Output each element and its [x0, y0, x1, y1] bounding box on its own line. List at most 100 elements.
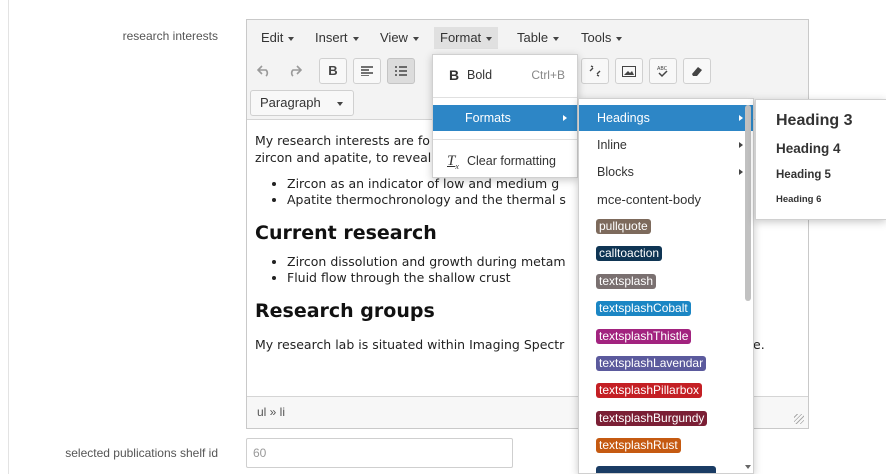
- headings-label: Headings: [597, 111, 650, 125]
- bullet-list-button[interactable]: [387, 58, 415, 84]
- format-menu: B Bold Ctrl+B Formats Tx Clear formattin…: [432, 54, 578, 178]
- align-left-button[interactable]: [353, 58, 381, 84]
- style-chip-label: textsplash: [596, 273, 657, 289]
- heading6-item[interactable]: Heading 6: [756, 187, 886, 213]
- menu-edit-label: Edit: [261, 30, 284, 45]
- style-chip-partial: [596, 465, 716, 473]
- style-item[interactable]: textsplashRust: [579, 433, 753, 459]
- undo-icon: [256, 65, 269, 77]
- chevron-down-icon: [553, 36, 560, 41]
- heading4-item[interactable]: Heading 4: [756, 136, 886, 162]
- redo-button[interactable]: [281, 58, 309, 84]
- bold-glyph: B: [328, 63, 338, 78]
- spellcheck-button[interactable]: ABC: [649, 58, 677, 84]
- menu-table-label: Table: [517, 30, 549, 45]
- format-formats-item[interactable]: Formats: [433, 105, 577, 131]
- style-chip-label: textsplashPillarbox: [596, 383, 703, 399]
- page-left-border: [8, 0, 9, 474]
- menu-edit[interactable]: Edit: [255, 27, 300, 49]
- headings-submenu: Heading 3 Heading 4 Heading 5 Heading 6: [755, 99, 886, 220]
- bullet-list-icon: [395, 66, 407, 76]
- editor-menubar: Edit Insert View Format Table Tools: [247, 20, 808, 54]
- menu-tools[interactable]: Tools: [575, 27, 628, 49]
- block-format-select[interactable]: Paragraph: [250, 90, 354, 116]
- scroll-down-icon[interactable]: [745, 465, 751, 469]
- style-item[interactable]: pullquote: [579, 214, 753, 240]
- bold-shortcut: Ctrl+B: [531, 68, 565, 82]
- style-item[interactable]: textsplash: [579, 269, 753, 295]
- chevron-down-icon: [616, 36, 623, 41]
- style-item[interactable]: calltoaction: [579, 241, 753, 267]
- image-icon: [622, 66, 636, 77]
- style-item[interactable]: textsplashPillarbox: [579, 378, 753, 404]
- formats-body-class-item[interactable]: mce-content-body: [579, 187, 753, 213]
- formats-inline-item[interactable]: Inline: [579, 132, 753, 158]
- menu-tools-label: Tools: [581, 30, 612, 45]
- clear-formatting-item[interactable]: Tx Clear formatting: [433, 148, 577, 174]
- style-item-partial[interactable]: [579, 461, 753, 473]
- spellcheck-icon: ABC: [657, 66, 668, 78]
- lab-text-tail: e.: [753, 337, 765, 352]
- research-interests-label: research interests: [122, 29, 218, 43]
- unlink-icon: [589, 65, 601, 77]
- chevron-down-icon: [352, 36, 359, 41]
- body-class-label: mce-content-body: [597, 192, 702, 207]
- menu-divider: [433, 139, 577, 140]
- style-chip-label: textsplashRust: [596, 438, 681, 454]
- formats-submenu: Headings Inline Blocks mce-content-body …: [578, 98, 754, 474]
- intro-text-line2: zircon and apatite, to reveal: [255, 150, 432, 165]
- menu-format[interactable]: Format: [434, 27, 499, 49]
- block-format-value: Paragraph: [260, 95, 321, 110]
- chevron-down-icon: [288, 36, 295, 41]
- style-item[interactable]: textsplashCobalt: [579, 296, 753, 322]
- style-chip-label: textsplashLavendar: [596, 356, 707, 371]
- style-chip-label: textsplashCobalt: [596, 301, 691, 317]
- menu-insert[interactable]: Insert: [309, 27, 365, 49]
- menu-format-label: Format: [440, 30, 482, 45]
- clear-formatting-icon: Tx: [447, 153, 459, 171]
- chevron-right-icon: [739, 115, 743, 121]
- style-item[interactable]: textsplashThistle: [579, 324, 753, 350]
- style-item[interactable]: textsplashBurgundy: [579, 406, 753, 432]
- heading3-label: Heading 3: [776, 112, 853, 129]
- formats-blocks-item[interactable]: Blocks: [579, 159, 753, 185]
- scrollbar-thumb[interactable]: [745, 105, 751, 301]
- chevron-right-icon: [739, 142, 743, 148]
- undo-button[interactable]: [250, 58, 278, 84]
- chevron-right-icon: [739, 169, 743, 175]
- bold-icon: B: [449, 67, 460, 83]
- style-item[interactable]: textsplashLavendar: [579, 351, 753, 377]
- formats-label: Formats: [465, 111, 511, 125]
- menu-insert-label: Insert: [315, 30, 348, 45]
- style-chip-label: textsplashBurgundy: [596, 410, 708, 426]
- menu-view[interactable]: View: [374, 27, 425, 49]
- publications-shelf-label: selected publications shelf id: [65, 446, 218, 460]
- chevron-down-icon: [486, 36, 493, 41]
- bold-button[interactable]: B: [319, 58, 347, 84]
- eraser-icon: [692, 67, 702, 76]
- align-left-icon: [361, 66, 373, 77]
- menu-view-label: View: [380, 30, 408, 45]
- insert-image-button[interactable]: [615, 58, 643, 84]
- heading4-label: Heading 4: [776, 141, 841, 156]
- formats-headings-item[interactable]: Headings: [579, 105, 753, 131]
- heading3-item[interactable]: Heading 3: [756, 108, 886, 134]
- redo-icon: [290, 65, 303, 77]
- heading5-item[interactable]: Heading 5: [756, 162, 886, 188]
- format-bold-item[interactable]: B Bold Ctrl+B: [433, 62, 577, 88]
- submenu-scrollbar[interactable]: [745, 105, 751, 465]
- unlink-button[interactable]: [581, 58, 609, 84]
- clear-format-button[interactable]: [683, 58, 711, 84]
- resize-handle[interactable]: [794, 414, 804, 424]
- element-path[interactable]: ul » li: [257, 405, 285, 419]
- chevron-down-icon: [412, 36, 419, 41]
- menu-table[interactable]: Table: [511, 27, 565, 49]
- style-chip-label: pullquote: [596, 219, 651, 234]
- menu-divider: [433, 97, 577, 98]
- clear-formatting-label: Clear formatting: [467, 154, 556, 168]
- lab-text: My research lab is situated within Imagi…: [255, 337, 565, 352]
- publications-shelf-input[interactable]: 60: [246, 438, 513, 468]
- blocks-label: Blocks: [597, 165, 634, 179]
- style-chip-label: textsplashThistle: [596, 328, 692, 344]
- style-chip-label: calltoaction: [596, 246, 663, 262]
